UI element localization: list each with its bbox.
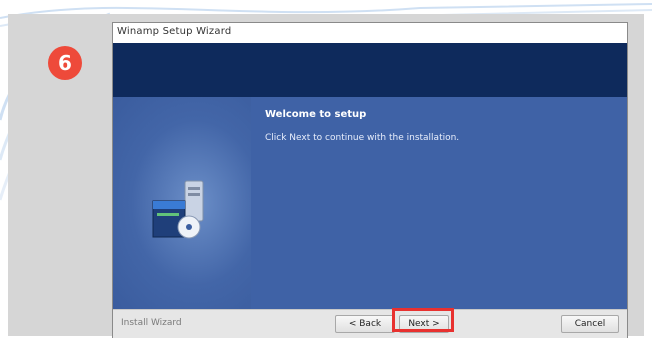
footer-brand: Install Wizard: [121, 318, 182, 328]
cancel-button[interactable]: Cancel: [561, 315, 619, 333]
window-title: Winamp Setup Wizard: [117, 26, 232, 37]
step-number-badge: 6: [48, 46, 82, 80]
wizard-header-band: [113, 43, 627, 97]
wizard-footer: Install Wizard < Back Next > Cancel: [113, 309, 627, 338]
wizard-content: Welcome to setup Click Next to continue …: [113, 97, 627, 309]
window-titlebar: Winamp Setup Wizard: [113, 23, 627, 44]
back-button[interactable]: < Back: [335, 315, 395, 333]
wizard-description: Click Next to continue with the installa…: [265, 133, 460, 143]
installer-icon: [152, 180, 204, 239]
setup-wizard-window: Winamp Setup Wizard Welcome to setup Cli…: [112, 22, 628, 338]
wizard-heading: Welcome to setup: [265, 109, 367, 120]
next-button-highlight: [392, 308, 454, 332]
wizard-main-panel: [251, 97, 627, 309]
